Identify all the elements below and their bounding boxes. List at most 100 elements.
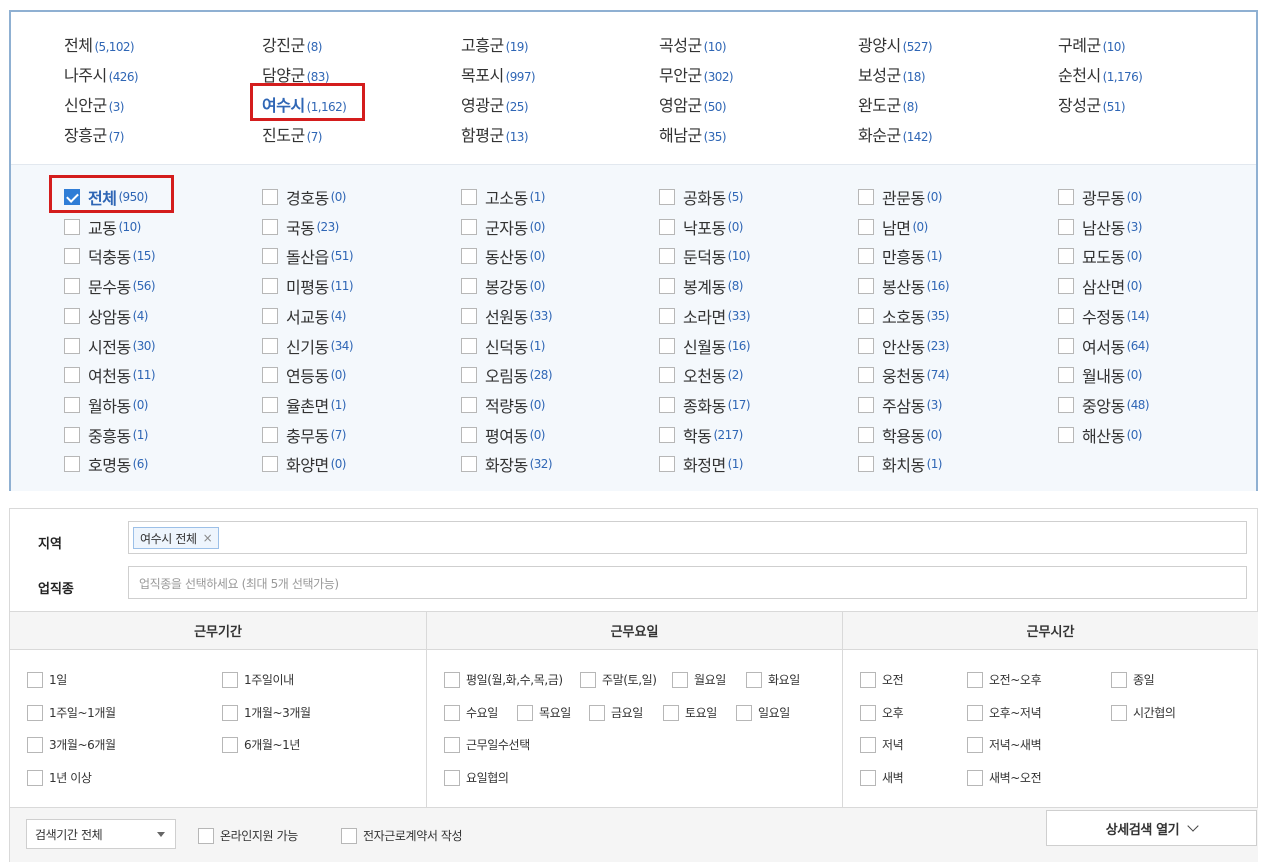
dong-item[interactable]: 낙포동 (0)	[659, 215, 743, 239]
dong-item[interactable]: 수정동 (14)	[1058, 304, 1150, 328]
option-checkbox[interactable]: 오후	[860, 704, 904, 721]
dong-item[interactable]: 남산동 (3)	[1058, 215, 1142, 239]
option-checkbox[interactable]: 1주일이내	[222, 671, 294, 688]
dong-item[interactable]: 화치동 (1)	[858, 452, 942, 476]
option-checkbox[interactable]: 금요일	[589, 704, 643, 721]
dong-item[interactable]: 오천동 (2)	[659, 363, 743, 387]
dong-item[interactable]: 평여동 (0)	[461, 423, 545, 447]
city-item[interactable]: 함평군 (13)	[461, 122, 529, 146]
e-contract-checkbox[interactable]: 전자근로계약서 작성	[341, 827, 463, 844]
region-tag-remove-icon[interactable]: ×	[203, 531, 213, 545]
city-item[interactable]: 장성군 (51)	[1058, 92, 1126, 116]
dong-item[interactable]: 적량동 (0)	[461, 393, 545, 417]
job-select-box[interactable]: 업직종을 선택하세요 (최대 5개 선택가능)	[128, 566, 1247, 599]
city-item[interactable]: 순천시 (1,176)	[1058, 62, 1143, 86]
city-item[interactable]: 구례군 (10)	[1058, 32, 1126, 56]
dong-item[interactable]: 국동 (23)	[262, 215, 339, 239]
city-item[interactable]: 고흥군 (19)	[461, 32, 529, 56]
option-checkbox[interactable]: 주말(토,일)	[580, 671, 657, 688]
option-checkbox[interactable]: 1주일~1개월	[27, 704, 116, 721]
dong-item[interactable]: 돌산읍 (51)	[262, 244, 354, 268]
dong-item[interactable]: 경호동 (0)	[262, 185, 346, 209]
option-checkbox[interactable]: 오전	[860, 671, 904, 688]
option-checkbox[interactable]: 일요일	[736, 704, 790, 721]
option-checkbox[interactable]: 3개월~6개월	[27, 736, 116, 753]
dong-item[interactable]: 남면 (0)	[858, 215, 928, 239]
option-checkbox[interactable]: 요일협의	[444, 769, 509, 786]
dong-item[interactable]: 고소동 (1)	[461, 185, 545, 209]
option-checkbox[interactable]: 오후~저녁	[967, 704, 1042, 721]
dong-item[interactable]: 화장동 (32)	[461, 452, 553, 476]
dong-item[interactable]: 율촌면 (1)	[262, 393, 346, 417]
option-checkbox[interactable]: 토요일	[663, 704, 717, 721]
city-item[interactable]: 여수시 (1,162)	[262, 92, 347, 116]
dong-item[interactable]: 여천동 (11)	[64, 363, 156, 387]
dong-item[interactable]: 충무동 (7)	[262, 423, 346, 447]
dong-item[interactable]: 봉산동 (16)	[858, 274, 950, 298]
dong-item[interactable]: 중흥동 (1)	[64, 423, 148, 447]
option-checkbox[interactable]: 6개월~1년	[222, 736, 300, 753]
dong-item[interactable]: 안산동 (23)	[858, 334, 950, 358]
dong-item[interactable]: 소라면 (33)	[659, 304, 751, 328]
city-item[interactable]: 진도군 (7)	[262, 122, 322, 146]
dong-item[interactable]: 신덕동 (1)	[461, 334, 545, 358]
dong-item[interactable]: 화양면 (0)	[262, 452, 346, 476]
dong-item[interactable]: 공화동 (5)	[659, 185, 743, 209]
dong-item[interactable]: 신기동 (34)	[262, 334, 354, 358]
dong-item[interactable]: 호명동 (6)	[64, 452, 148, 476]
option-checkbox[interactable]: 1년 이상	[27, 769, 92, 786]
dong-item[interactable]: 봉강동 (0)	[461, 274, 545, 298]
dong-item[interactable]: 덕충동 (15)	[64, 244, 156, 268]
option-checkbox[interactable]: 새벽~오전	[967, 769, 1042, 786]
dong-item[interactable]: 신월동 (16)	[659, 334, 751, 358]
dong-item[interactable]: 연등동 (0)	[262, 363, 346, 387]
dong-item[interactable]: 해산동 (0)	[1058, 423, 1142, 447]
city-item[interactable]: 해남군 (35)	[659, 122, 727, 146]
dong-item[interactable]: 오림동 (28)	[461, 363, 553, 387]
dong-item[interactable]: 전체 (950)	[64, 185, 148, 209]
city-item[interactable]: 나주시 (426)	[64, 62, 139, 86]
city-item[interactable]: 보성군 (18)	[858, 62, 926, 86]
dong-item[interactable]: 둔덕동 (10)	[659, 244, 751, 268]
city-item[interactable]: 화순군 (142)	[858, 122, 933, 146]
option-checkbox[interactable]: 수요일	[444, 704, 498, 721]
city-item[interactable]: 광양시 (527)	[858, 32, 933, 56]
city-item[interactable]: 무안군 (302)	[659, 62, 734, 86]
option-checkbox[interactable]: 1개월~3개월	[222, 704, 311, 721]
dong-item[interactable]: 주삼동 (3)	[858, 393, 942, 417]
option-checkbox[interactable]: 1일	[27, 671, 67, 688]
option-checkbox[interactable]: 월요일	[672, 671, 726, 688]
detail-search-button[interactable]: 상세검색 열기	[1046, 810, 1257, 846]
city-item[interactable]: 전체 (5,102)	[64, 32, 135, 56]
dong-item[interactable]: 선원동 (33)	[461, 304, 553, 328]
dong-item[interactable]: 봉계동 (8)	[659, 274, 743, 298]
dong-item[interactable]: 소호동 (35)	[858, 304, 950, 328]
dong-item[interactable]: 관문동 (0)	[858, 185, 942, 209]
option-checkbox[interactable]: 종일	[1111, 671, 1155, 688]
option-checkbox[interactable]: 화요일	[746, 671, 800, 688]
search-period-select[interactable]: 검색기간 전체	[26, 819, 176, 849]
online-support-checkbox[interactable]: 온라인지원 가능	[198, 827, 298, 844]
city-item[interactable]: 영암군 (50)	[659, 92, 727, 116]
city-item[interactable]: 장흥군 (7)	[64, 122, 124, 146]
city-item[interactable]: 신안군 (3)	[64, 92, 124, 116]
dong-item[interactable]: 시전동 (30)	[64, 334, 156, 358]
dong-item[interactable]: 중앙동 (48)	[1058, 393, 1150, 417]
option-checkbox[interactable]: 저녁	[860, 736, 904, 753]
dong-item[interactable]: 여서동 (64)	[1058, 334, 1150, 358]
dong-item[interactable]: 묘도동 (0)	[1058, 244, 1142, 268]
option-checkbox[interactable]: 목요일	[517, 704, 571, 721]
dong-item[interactable]: 서교동 (4)	[262, 304, 346, 328]
dong-item[interactable]: 월내동 (0)	[1058, 363, 1142, 387]
dong-item[interactable]: 만흥동 (1)	[858, 244, 942, 268]
dong-item[interactable]: 학동 (217)	[659, 423, 743, 447]
city-item[interactable]: 영광군 (25)	[461, 92, 529, 116]
dong-item[interactable]: 미평동 (11)	[262, 274, 354, 298]
city-item[interactable]: 강진군 (8)	[262, 32, 322, 56]
dong-item[interactable]: 문수동 (56)	[64, 274, 156, 298]
dong-item[interactable]: 광무동 (0)	[1058, 185, 1142, 209]
option-checkbox[interactable]: 시간협의	[1111, 704, 1176, 721]
option-checkbox[interactable]: 평일(월,화,수,목,금)	[444, 671, 563, 688]
city-item[interactable]: 완도군 (8)	[858, 92, 918, 116]
dong-item[interactable]: 상암동 (4)	[64, 304, 148, 328]
